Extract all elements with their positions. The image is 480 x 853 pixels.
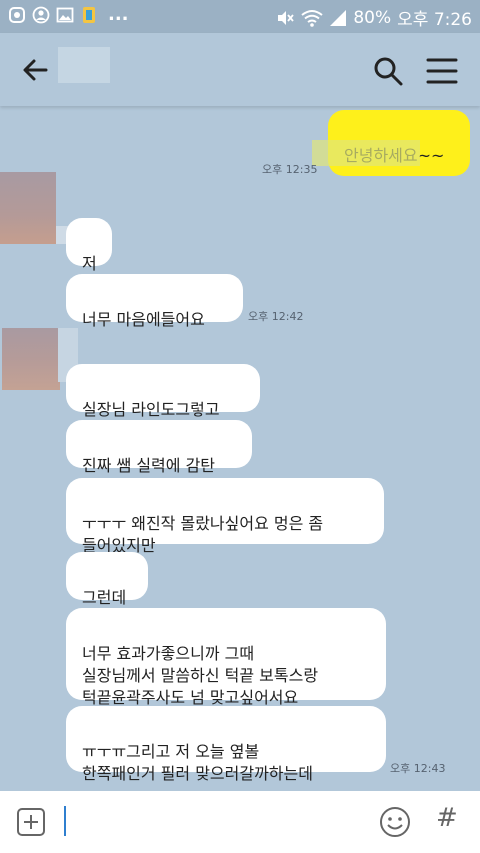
message-text: ㅜㅜㅜ 왜진작 몰랐나싶어요 멍은 좀 들어있지만 bbox=[82, 514, 324, 555]
message-input-bar: # bbox=[0, 791, 480, 853]
status-bar: ... 80% 오후 7:26 bbox=[0, 0, 480, 33]
mute-icon bbox=[278, 10, 295, 25]
message-time: 오후 12:35 bbox=[262, 163, 318, 176]
message-text: 저 bbox=[82, 254, 97, 273]
signal-icon bbox=[330, 9, 347, 26]
message-time: 오후 12:43 bbox=[390, 762, 446, 775]
message-text: 그런데 bbox=[82, 588, 127, 607]
search-icon[interactable] bbox=[372, 55, 404, 87]
other-message-bubble[interactable]: 너무 마음에들어요 bbox=[66, 274, 243, 329]
more-notifications: ... bbox=[108, 4, 129, 25]
clock: 오후 7:26 bbox=[397, 10, 472, 30]
battery-level: 80% bbox=[353, 7, 392, 28]
chat-title-blurred bbox=[58, 47, 110, 83]
menu-icon[interactable] bbox=[426, 57, 458, 85]
message-time: 오후 12:42 bbox=[248, 310, 304, 323]
other-message-bubble[interactable]: 그런데 bbox=[66, 552, 148, 607]
plus-square-icon[interactable] bbox=[16, 807, 46, 837]
app-icon bbox=[83, 7, 95, 23]
back-arrow-icon[interactable] bbox=[20, 55, 52, 85]
account-icon bbox=[32, 6, 50, 24]
message-text: 너무 효과가좋으니까 그때 실장님께서 말씀하신 턱끝 보톡스랑 턱끝윤곽주사도… bbox=[82, 644, 319, 707]
hashtag-search-button[interactable]: # bbox=[436, 803, 464, 839]
wifi-icon bbox=[301, 9, 323, 27]
message-text: 너무 마음에들어요 bbox=[82, 310, 205, 329]
other-message-bubble[interactable]: 저 bbox=[66, 218, 112, 273]
app-notification-icon bbox=[9, 7, 25, 23]
chat-header bbox=[0, 33, 480, 106]
other-message-bubble[interactable]: ㅠㅜㅠ그리고 저 오늘 옆볼 한쪽패인거 필러 맞으러갈까하는데 bbox=[66, 706, 386, 783]
message-text: 진짜 쌤 실력에 감탄 bbox=[82, 456, 216, 475]
message-text: 실장님 라인도그렇고 bbox=[82, 400, 220, 419]
other-message-bubble[interactable]: 너무 효과가좋으니까 그때 실장님께서 말씀하신 턱끝 보톡스랑 턱끝윤곽주사도… bbox=[66, 608, 386, 707]
other-message-bubble[interactable]: 실장님 라인도그렇고 bbox=[66, 364, 260, 419]
other-message-bubble[interactable]: ㅜㅜㅜ 왜진작 몰랐나싶어요 멍은 좀 들어있지만 bbox=[66, 478, 384, 555]
message-input-field[interactable] bbox=[64, 806, 66, 836]
gallery-icon bbox=[56, 7, 74, 23]
emoji-icon[interactable] bbox=[378, 805, 412, 839]
sender-avatar-blurred[interactable] bbox=[0, 172, 56, 244]
read-marker-blurred bbox=[312, 140, 420, 166]
other-message-bubble[interactable]: 진짜 쌤 실력에 감탄 bbox=[66, 420, 252, 475]
message-text: ㅠㅜㅠ그리고 저 오늘 옆볼 한쪽패인거 필러 맞으러갈까하는데 bbox=[82, 742, 313, 783]
sender-avatar-blurred[interactable] bbox=[2, 328, 60, 390]
